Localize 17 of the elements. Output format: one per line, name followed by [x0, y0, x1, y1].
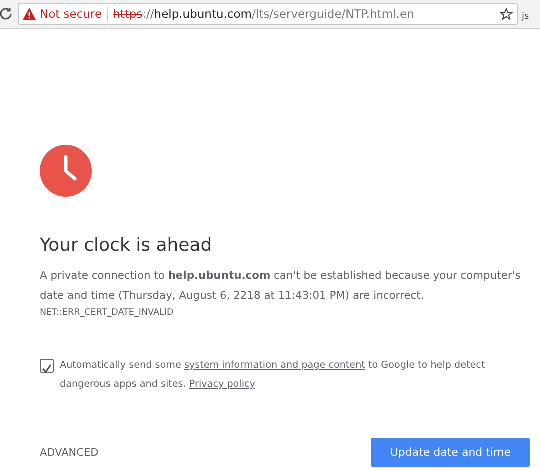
advanced-button[interactable]: ADVANCED — [40, 446, 99, 458]
address-bar[interactable]: Not secure https://help.ubuntu.com/lts/serverguide/NTP.html.en — [18, 3, 518, 25]
update-button[interactable]: Update date and time — [371, 438, 530, 467]
warning-icon — [23, 8, 36, 20]
report-text: Automatically send some system information and page content to Google to help detect dangerous apps and sites. Privacy policy — [60, 359, 486, 392]
security-label[interactable]: Not secure — [40, 7, 102, 21]
system-info-link[interactable]: system information and page content — [184, 360, 366, 371]
reload-icon[interactable] — [0, 6, 14, 22]
star-icon[interactable] — [500, 8, 513, 20]
error-message: A private connection to help.ubuntu.com can't be established because your computer's date and time (Thursday, August 6, 2218 at 11:43:01 PM) are incorrect. — [40, 268, 522, 304]
extension-icon[interactable]: js — [522, 6, 538, 22]
clock-icon — [40, 145, 92, 197]
url-text: https://help.ubuntu.com/lts/serverguide/NTP.html.en — [113, 7, 416, 21]
privacy-link[interactable]: Privacy policy — [189, 379, 256, 390]
checkbox[interactable] — [40, 359, 54, 373]
error-title: Your clock is ahead — [40, 235, 214, 256]
error-code: NET::ERR_CERT_DATE_INVALID — [40, 308, 175, 318]
